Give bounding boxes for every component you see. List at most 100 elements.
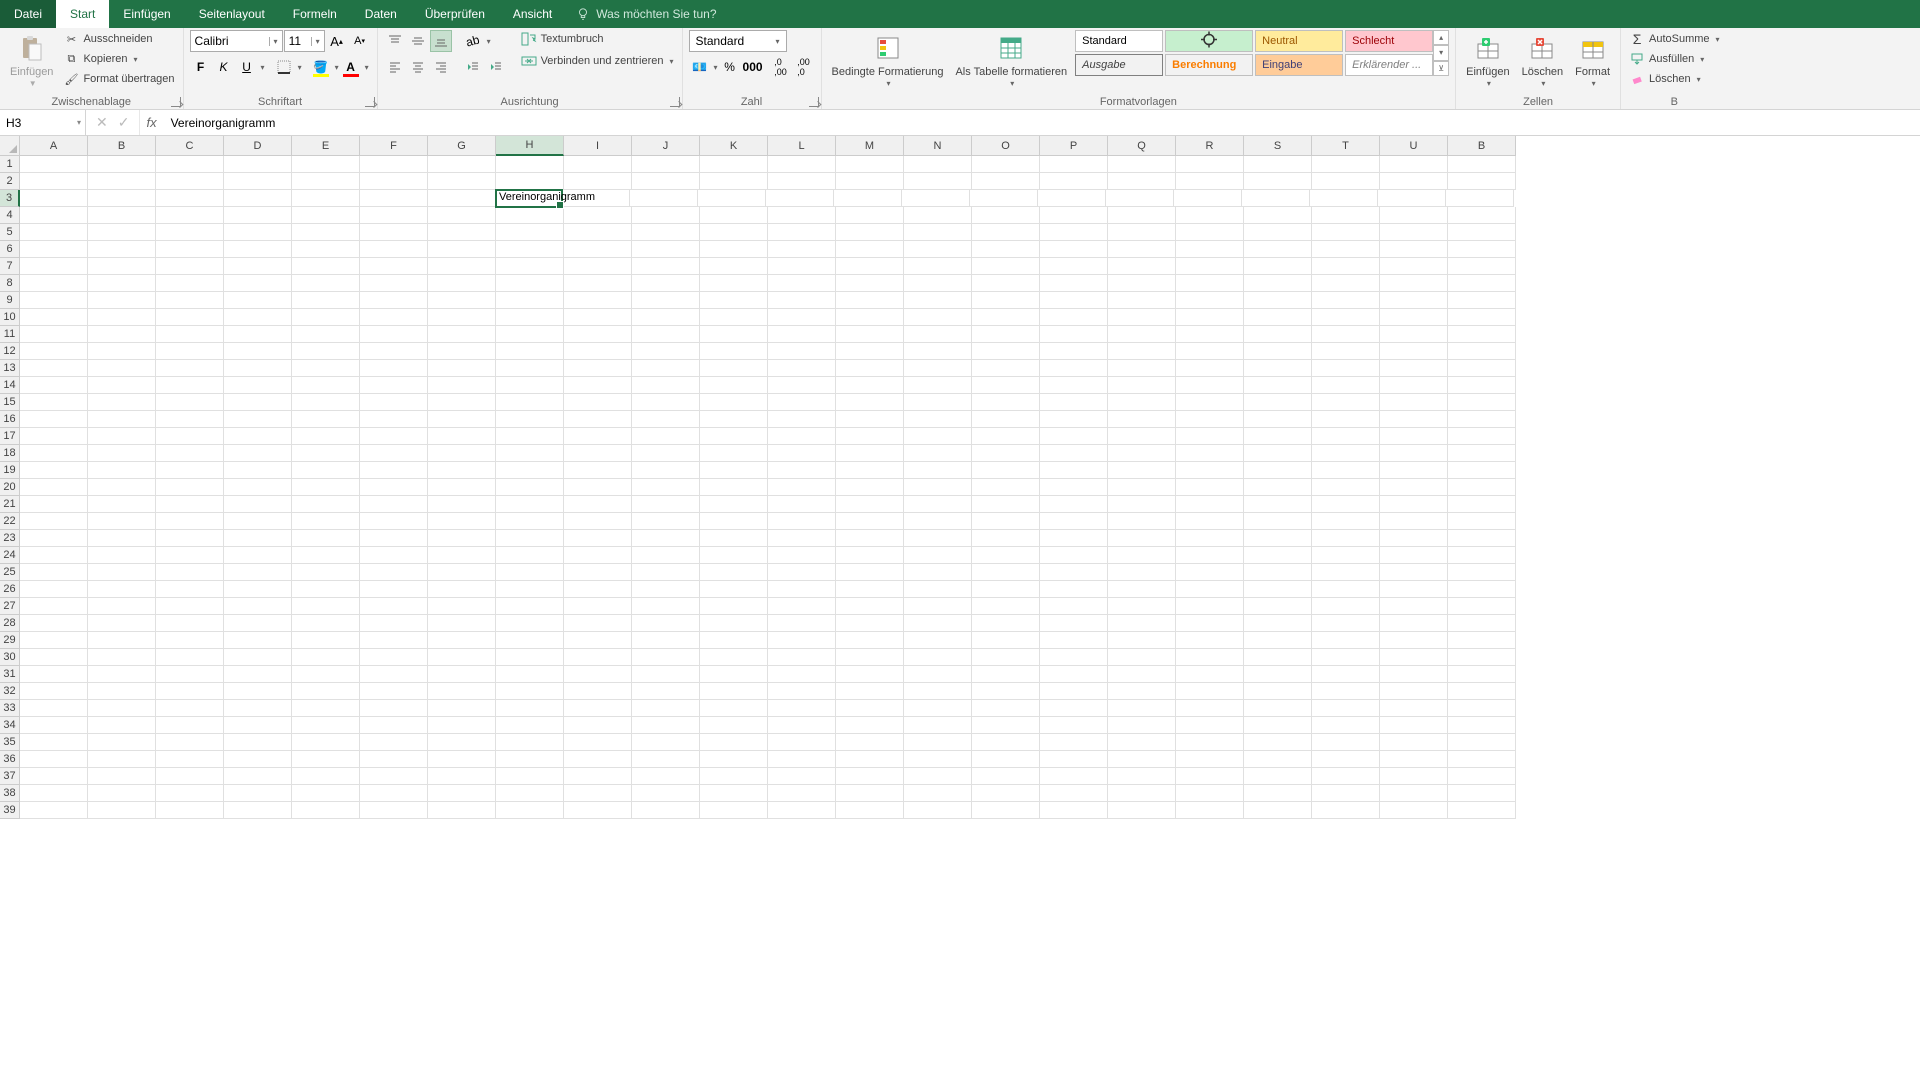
cell[interactable] [904, 462, 972, 479]
cell[interactable] [1244, 207, 1312, 224]
cell[interactable] [1108, 751, 1176, 768]
tab-insert[interactable]: Einfügen [109, 0, 184, 28]
cell[interactable] [1244, 173, 1312, 190]
cell[interactable] [972, 513, 1040, 530]
cell[interactable] [1176, 394, 1244, 411]
cell[interactable] [1312, 156, 1380, 173]
cell[interactable] [904, 666, 972, 683]
cell[interactable] [292, 411, 360, 428]
cell[interactable] [156, 581, 224, 598]
cell[interactable] [1108, 360, 1176, 377]
cell[interactable] [360, 156, 428, 173]
cell[interactable] [496, 326, 564, 343]
cell[interactable] [904, 649, 972, 666]
cell[interactable] [1040, 462, 1108, 479]
cell[interactable] [1176, 496, 1244, 513]
cell[interactable] [1380, 547, 1448, 564]
cell[interactable] [972, 598, 1040, 615]
cell[interactable] [1380, 394, 1448, 411]
cell[interactable] [1040, 173, 1108, 190]
cell[interactable] [360, 632, 428, 649]
cell[interactable] [904, 173, 972, 190]
dropdown-arrow-icon[interactable]: ▾ [335, 63, 339, 72]
cell[interactable] [1244, 343, 1312, 360]
cell[interactable] [768, 428, 836, 445]
cell[interactable] [428, 445, 496, 462]
cell[interactable] [428, 598, 496, 615]
cell[interactable] [972, 326, 1040, 343]
cell[interactable] [768, 615, 836, 632]
cell[interactable] [1176, 156, 1244, 173]
cell[interactable] [1380, 751, 1448, 768]
format-cells-button[interactable]: Format ▾ [1571, 30, 1614, 90]
cell[interactable] [1040, 700, 1108, 717]
cell[interactable] [632, 666, 700, 683]
cell[interactable] [224, 530, 292, 547]
cell[interactable] [1040, 734, 1108, 751]
cell[interactable] [1176, 547, 1244, 564]
cell[interactable] [1244, 598, 1312, 615]
row-header[interactable]: 7 [0, 258, 20, 275]
cell[interactable] [1380, 530, 1448, 547]
cell[interactable] [700, 649, 768, 666]
row-header[interactable]: 36 [0, 751, 20, 768]
cell[interactable] [292, 275, 360, 292]
cell[interactable] [700, 156, 768, 173]
cell[interactable] [1312, 360, 1380, 377]
cell[interactable] [428, 785, 496, 802]
cell[interactable] [836, 768, 904, 785]
cell[interactable] [904, 802, 972, 819]
cell[interactable] [836, 360, 904, 377]
cell[interactable] [496, 207, 564, 224]
cell[interactable] [1312, 768, 1380, 785]
cell[interactable] [156, 802, 224, 819]
cell[interactable] [224, 581, 292, 598]
insert-cells-button[interactable]: Einfügen ▾ [1462, 30, 1513, 90]
fx-icon[interactable]: fx [140, 110, 162, 135]
cell[interactable] [360, 802, 428, 819]
column-header[interactable]: E [292, 136, 360, 156]
cell[interactable] [292, 428, 360, 445]
cell[interactable] [1040, 802, 1108, 819]
cell[interactable] [564, 326, 632, 343]
cell[interactable] [1380, 496, 1448, 513]
decrease-decimal-button[interactable]: ,00,0 [793, 56, 815, 78]
fill-button[interactable]: Ausfüllen ▾ [1627, 50, 1722, 68]
cell[interactable] [1380, 666, 1448, 683]
cell[interactable] [700, 173, 768, 190]
cell[interactable] [1108, 547, 1176, 564]
cell[interactable] [292, 377, 360, 394]
cell[interactable] [224, 224, 292, 241]
cell[interactable] [1244, 360, 1312, 377]
cell[interactable] [224, 445, 292, 462]
cell[interactable] [564, 394, 632, 411]
cell[interactable] [1244, 156, 1312, 173]
tab-data[interactable]: Daten [351, 0, 411, 28]
cell[interactable] [564, 360, 632, 377]
dropdown-arrow-icon[interactable]: ▾ [714, 63, 718, 72]
cell[interactable] [88, 615, 156, 632]
cell[interactable] [156, 649, 224, 666]
cell[interactable] [700, 394, 768, 411]
row-header[interactable]: 28 [0, 615, 20, 632]
row-header[interactable]: 15 [0, 394, 20, 411]
cell[interactable] [1244, 445, 1312, 462]
cell[interactable] [972, 292, 1040, 309]
cell[interactable] [1040, 326, 1108, 343]
thousands-button[interactable]: 000 [742, 56, 764, 78]
cell[interactable] [496, 275, 564, 292]
row-header[interactable]: 34 [0, 717, 20, 734]
cell[interactable] [972, 258, 1040, 275]
cell[interactable] [768, 717, 836, 734]
cancel-formula-button[interactable]: ✕ [96, 114, 108, 131]
cell[interactable] [292, 156, 360, 173]
cell[interactable] [156, 496, 224, 513]
cell[interactable] [88, 530, 156, 547]
column-header[interactable]: D [224, 136, 292, 156]
cell[interactable] [88, 394, 156, 411]
cell[interactable] [700, 751, 768, 768]
tab-pagelayout[interactable]: Seitenlayout [185, 0, 279, 28]
cell[interactable] [972, 377, 1040, 394]
cell[interactable] [1448, 547, 1516, 564]
cell[interactable] [360, 598, 428, 615]
